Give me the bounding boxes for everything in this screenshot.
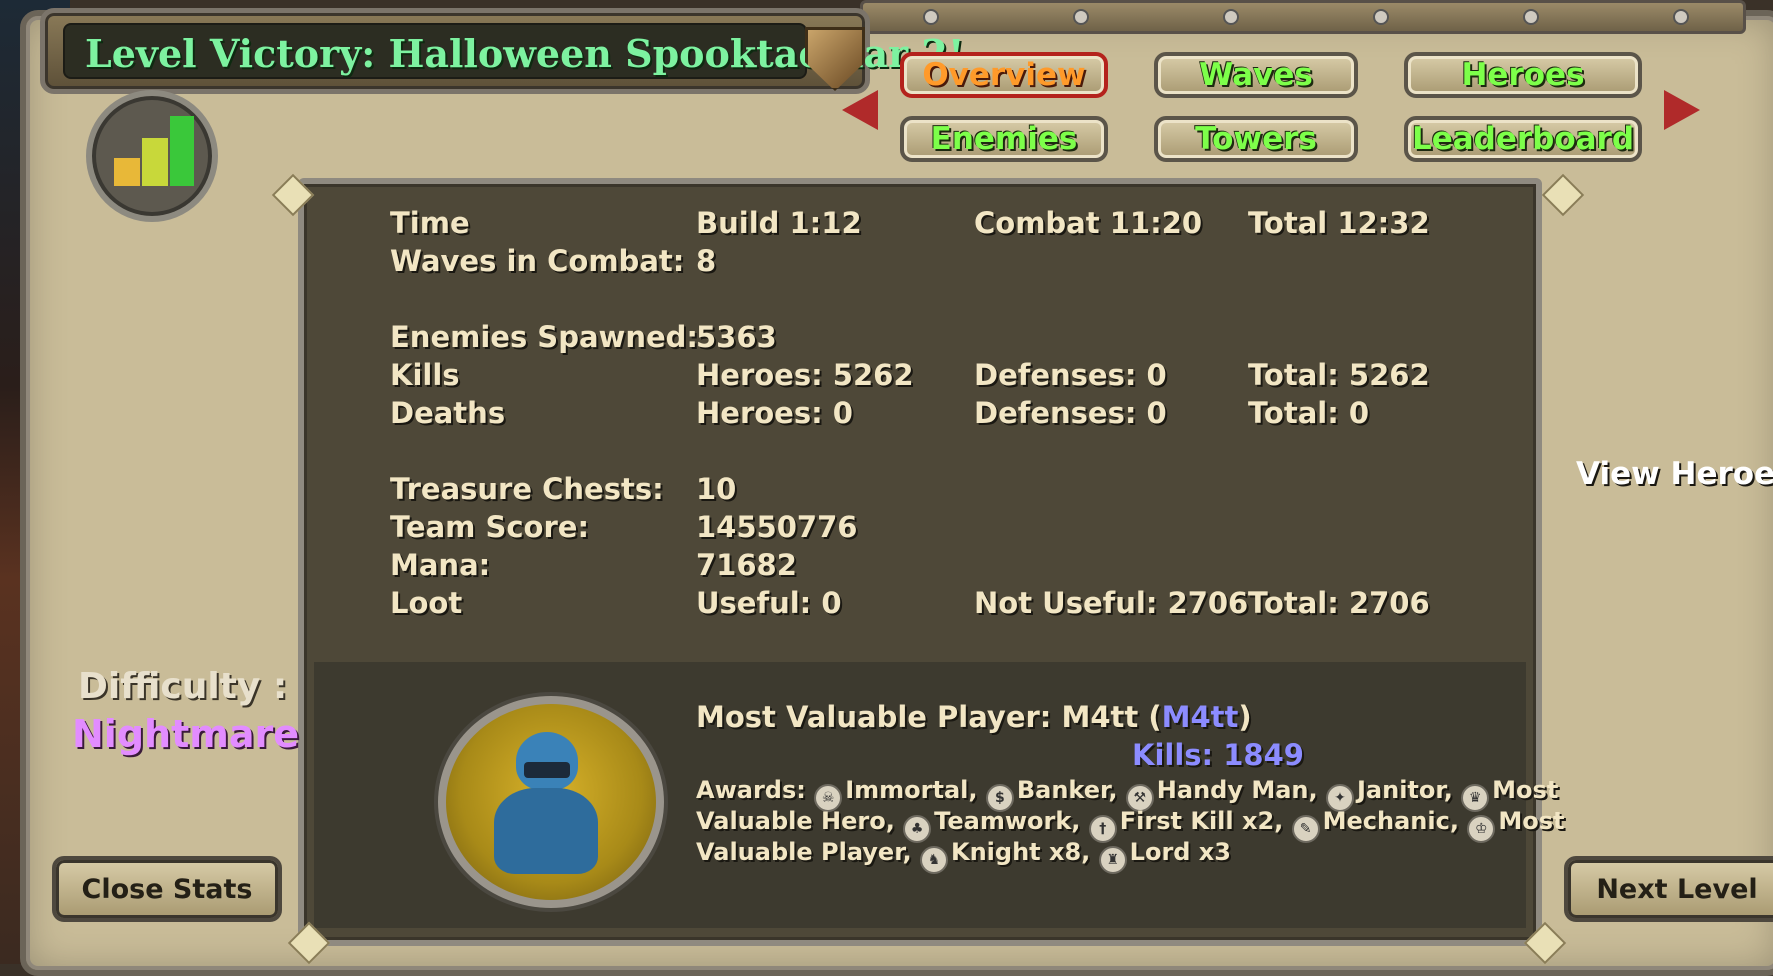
title-plate: Level Victory: Halloween Spooktacular 2! <box>40 8 965 94</box>
hero-head <box>516 732 578 790</box>
deaths-heroes: Heroes: 0 <box>696 396 853 430</box>
shield-icon <box>805 27 865 91</box>
difficulty-value: Nightmare <box>72 712 299 756</box>
chart-bar-3 <box>170 116 194 186</box>
top-decorative-bar <box>860 0 1746 34</box>
award-first-kill: First Kill x2, <box>1119 807 1284 835</box>
mvp-avatar <box>438 696 664 908</box>
waves-value: 8 <box>696 244 717 278</box>
enemies-spawned-label: Enemies Spawned: <box>390 320 698 354</box>
kills-label: Kills <box>390 358 460 392</box>
award-lord: Lord x3 <box>1129 838 1231 866</box>
team-score-label: Team Score: <box>390 510 590 544</box>
loot-not-useful: Not Useful: 2706 <box>974 586 1249 620</box>
awards-line-3: Valuable Player, ♞ Knight x8, ♜ Lord x3 <box>696 838 1231 874</box>
time-label: Time <box>390 206 470 240</box>
loot-total: Total: 2706 <box>1248 586 1430 620</box>
award-knight: Knight x8, <box>950 838 1091 866</box>
close-stats-button[interactable]: Close Stats <box>52 856 282 922</box>
chart-bar-1 <box>114 158 140 186</box>
tab-heroes[interactable]: Heroes <box>1404 52 1642 98</box>
award-immortal: Immortal, <box>845 776 978 804</box>
award-banker: Banker, <box>1016 776 1118 804</box>
award-most-valuable-player-1: Most <box>1498 807 1565 835</box>
knight-award-icon: ♞ <box>919 846 948 874</box>
tab-towers[interactable]: Towers <box>1154 116 1358 162</box>
bolt-icon <box>1673 9 1689 25</box>
tab-overview[interactable]: Overview <box>900 52 1108 98</box>
award-janitor: Janitor, <box>1356 776 1453 804</box>
wrench-award-icon: ✎ <box>1291 815 1320 843</box>
treasure-label: Treasure Chests: <box>390 472 664 506</box>
mvp-suffix: ) <box>1238 700 1252 734</box>
kills-defenses: Defenses: 0 <box>974 358 1167 392</box>
enemies-spawned-value: 5363 <box>696 320 777 354</box>
award-handy-man: Handy Man, <box>1156 776 1318 804</box>
waves-label: Waves in Combat: <box>390 244 685 278</box>
award-most-valuable-hero-2: Valuable Hero, <box>696 807 895 835</box>
bolt-icon <box>1523 9 1539 25</box>
loot-useful: Useful: 0 <box>696 586 842 620</box>
difficulty-label: Difficulty : <box>78 666 288 707</box>
award-most-valuable-player-2: Valuable Player, <box>696 838 912 866</box>
deaths-defenses: Defenses: 0 <box>974 396 1167 430</box>
build-time: Build 1:12 <box>696 206 862 240</box>
arrow-left-icon[interactable] <box>842 90 878 130</box>
bolt-icon <box>923 9 939 25</box>
mvp-prefix: Most Valuable Player: M4tt ( <box>696 700 1162 734</box>
award-teamwork: Teamwork, <box>934 807 1081 835</box>
kills-heroes: Heroes: 5262 <box>696 358 914 392</box>
bolt-icon <box>1373 9 1389 25</box>
tab-waves[interactable]: Waves <box>1154 52 1358 98</box>
mana-value: 71682 <box>696 548 797 582</box>
awards-label: Awards: <box>696 776 806 804</box>
bolt-icon <box>1223 9 1239 25</box>
tab-leaderboard[interactable]: Leaderboard <box>1404 116 1642 162</box>
arrow-right-icon[interactable] <box>1664 90 1700 130</box>
kills-total: Total: 5262 <box>1248 358 1430 392</box>
bar-chart-icon <box>86 90 218 222</box>
hero-body <box>494 788 598 874</box>
mvp-title: Most Valuable Player: M4tt (M4tt) <box>696 700 1252 734</box>
hero-mask <box>524 762 570 778</box>
loot-label: Loot <box>390 586 463 620</box>
bolt-icon <box>1073 9 1089 25</box>
deaths-label: Deaths <box>390 396 506 430</box>
total-time: Total 12:32 <box>1248 206 1430 240</box>
combat-time: Combat 11:20 <box>974 206 1203 240</box>
award-mechanic: Mechanic, <box>1322 807 1459 835</box>
title-inner: Level Victory: Halloween Spooktacular 2! <box>63 23 965 79</box>
team-score-value: 14550776 <box>696 510 858 544</box>
view-heroes-link[interactable]: View Heroes <box>1576 456 1773 492</box>
mvp-name: M4tt <box>1161 700 1239 734</box>
mvp-kills: Kills: 1849 <box>1132 738 1304 772</box>
chart-bar-2 <box>142 138 168 186</box>
tab-enemies[interactable]: Enemies <box>900 116 1108 162</box>
next-level-button[interactable]: Next Level <box>1564 856 1773 922</box>
crown-award-icon: ♔ <box>1467 815 1496 843</box>
mana-label: Mana: <box>390 548 491 582</box>
treasure-value: 10 <box>696 472 737 506</box>
deaths-total: Total: 0 <box>1248 396 1370 430</box>
lord-award-icon: ♜ <box>1098 846 1127 874</box>
award-most-valuable-hero-1: Most <box>1492 776 1559 804</box>
